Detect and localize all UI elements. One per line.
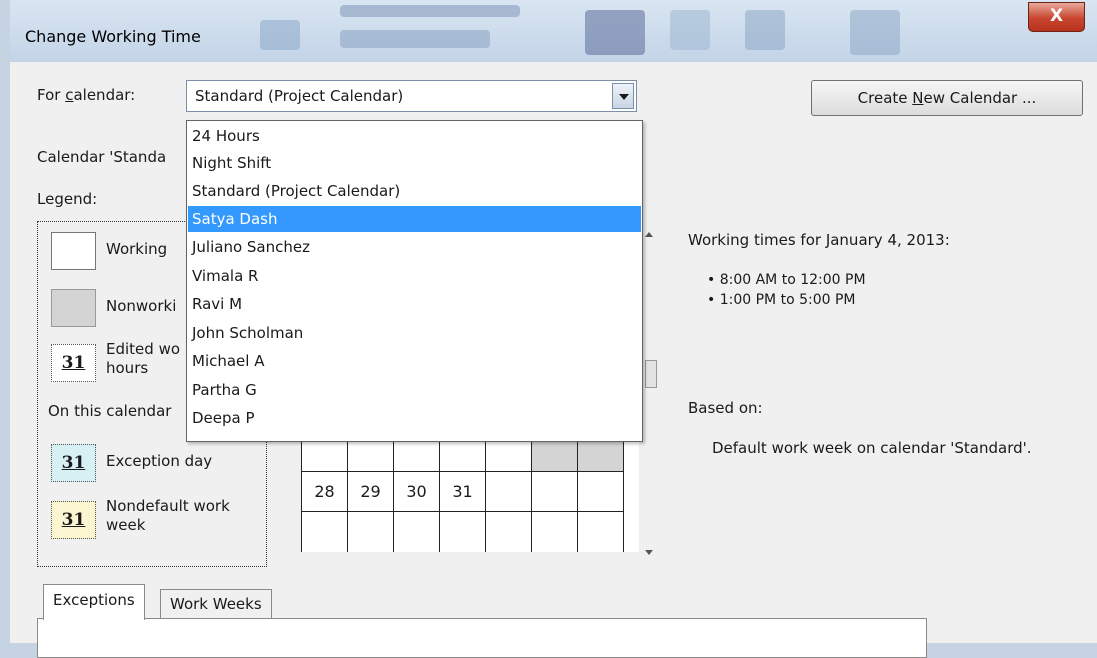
tab-exceptions[interactable]: Exceptions [43,584,145,620]
based-on-text: Default work week on calendar 'Standard'… [712,439,1032,457]
create-button-accel: N [912,89,924,107]
for-calendar-label-suffix: alendar: [73,86,136,104]
calendar-scrollbar[interactable] [642,232,658,557]
nondefault-week-swatch: 31 [51,501,96,539]
calendar-select[interactable]: Standard (Project Calendar) [186,80,637,112]
calendar-cell[interactable] [302,512,348,552]
working-time-item: • 8:00 AM to 12:00 PM [707,272,866,288]
dropdown-item[interactable]: Partha G [188,377,641,403]
calendar-date-cell[interactable]: 31 [440,472,486,512]
scroll-thumb[interactable] [645,360,657,388]
title-bar: Change Working Time X [10,0,1097,62]
background-blur [850,10,900,55]
dropdown-item[interactable]: Deepa P [188,405,641,431]
legend-edited-label-1: Edited wo [106,340,181,358]
legend-nondefault-label-1: Nondefault work [106,497,230,515]
background-blur [340,30,490,48]
on-this-calendar-label: On this calendar [48,402,172,420]
calendar-date-cell[interactable]: 28 [302,472,348,512]
working-time-text: 8:00 AM to 12:00 PM [719,272,866,288]
background-blur [260,20,300,50]
working-time-text: 1:00 PM to 5:00 PM [719,292,856,308]
dialog-body: For calendar: Standard (Project Calendar… [10,62,1097,658]
window-title: Change Working Time [25,27,201,46]
dropdown-item[interactable]: Standard (Project Calendar) [188,178,641,204]
legend-nondefault-label-2: week [106,516,146,534]
exceptions-panel [37,618,927,658]
dropdown-item[interactable]: Ravi M [188,291,641,317]
working-time-item: • 1:00 PM to 5:00 PM [707,292,856,308]
calendar-cell[interactable] [486,512,532,552]
change-working-time-dialog: Change Working Time X For calendar: Stan… [10,0,1097,658]
background-blur [745,10,785,50]
bullet-icon: • [707,272,720,288]
for-calendar-label-prefix: For [37,86,66,104]
calendar-select-value: Standard (Project Calendar) [195,87,404,105]
calendar-cell[interactable] [394,512,440,552]
based-on-label: Based on: [688,399,763,417]
create-button-suffix: ew Calendar ... [923,89,1037,107]
bullet-icon: • [707,292,720,308]
legend-nonworking-label: Nonworki [106,297,177,315]
exception-day-swatch: 31 [51,444,96,482]
calendar-date-cell[interactable] [532,472,578,512]
calendar-date-cell[interactable] [578,472,624,512]
background-blur [670,10,710,50]
create-new-calendar-button[interactable]: Create New Calendar ... [811,80,1083,116]
calendar-cell[interactable] [532,512,578,552]
dropdown-item[interactable]: Juliano Sanchez [188,234,641,260]
nonworking-swatch [51,289,96,327]
calendar-date-cell[interactable]: 29 [348,472,394,512]
calendar-date-cell[interactable]: 30 [394,472,440,512]
background-blur [585,10,645,55]
legend-working-label: Working [106,240,168,258]
calendar-info-text: Calendar 'Standa [37,148,167,166]
chevron-down-icon[interactable] [612,83,634,109]
for-calendar-label: For calendar: [37,86,135,104]
scroll-down-icon[interactable] [645,550,653,555]
legend-title: Legend: [37,190,98,208]
tab-work-weeks[interactable]: Work Weeks [160,589,272,619]
legend-exception-label: Exception day [106,452,213,470]
dropdown-item[interactable]: Night Shift [188,150,641,176]
working-swatch [51,232,96,270]
dropdown-item[interactable]: 24 Hours [188,123,641,149]
calendar-cell[interactable] [440,512,486,552]
calendar-dropdown-list[interactable]: 24 Hours Night Shift Standard (Project C… [186,120,643,442]
close-button[interactable]: X [1028,2,1085,32]
background-blur [340,5,520,17]
legend-edited-label-2: hours [106,359,149,377]
calendar-date-cell[interactable] [486,472,532,512]
create-button-prefix: Create [857,89,913,107]
dropdown-item-selected[interactable]: Satya Dash [188,206,641,232]
scroll-up-icon[interactable] [645,232,653,237]
dropdown-item[interactable]: Michael A [188,348,641,374]
calendar-cell[interactable] [578,512,624,552]
working-times-heading: Working times for January 4, 2013: [688,231,950,249]
calendar-grid: 28 29 30 31 [301,432,639,552]
dropdown-item[interactable]: Vimala R [188,263,641,289]
calendar-cell[interactable] [348,512,394,552]
dropdown-item[interactable]: John Scholman [188,320,641,346]
edited-hours-swatch: 31 [51,344,96,382]
